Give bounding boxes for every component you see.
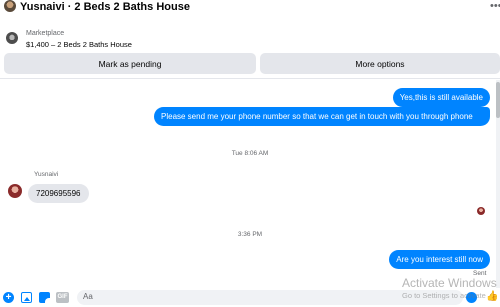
watermark-subtitle: Go to Settings to activate bbox=[402, 291, 486, 300]
timestamp: 3:36 PM bbox=[237, 231, 263, 238]
message-outgoing[interactable]: Please send me your phone number so that… bbox=[154, 107, 490, 126]
activate-windows-watermark: Activate Windows Go to Settings to activ… bbox=[402, 276, 497, 300]
sender-avatar[interactable] bbox=[8, 184, 22, 198]
conversation-title[interactable]: Yusnaivi · 2 Beds 2 Baths House bbox=[20, 1, 190, 13]
listing-thumbnail bbox=[6, 32, 18, 44]
message-outgoing[interactable]: Yes,this is still available bbox=[392, 88, 490, 107]
timestamp: Tue 8:06 AM bbox=[231, 150, 269, 157]
message-input-placeholder: Aa bbox=[83, 292, 93, 301]
listing-actions: Mark as pending More options bbox=[4, 53, 500, 74]
listing-card[interactable]: Marketplace $1,400 – 2 Beds 2 Baths Hous… bbox=[0, 28, 500, 52]
mark-as-pending-button[interactable]: Mark as pending bbox=[4, 53, 256, 74]
photo-icon[interactable] bbox=[21, 292, 32, 303]
sticker-icon[interactable] bbox=[39, 292, 50, 303]
message-outgoing[interactable]: Are you interest still now bbox=[389, 250, 490, 269]
message-thread: Yes,this is still available Please send … bbox=[0, 80, 500, 286]
listing-source: Marketplace bbox=[26, 30, 65, 37]
message-incoming[interactable]: 7209695596 bbox=[28, 184, 89, 203]
more-dots-icon[interactable]: ••• bbox=[490, 0, 500, 12]
gif-icon[interactable]: GIF bbox=[56, 292, 69, 303]
seller-avatar[interactable] bbox=[4, 0, 16, 12]
scrollbar-thumb[interactable] bbox=[496, 82, 500, 118]
thread-scrollbar[interactable] bbox=[496, 80, 500, 288]
seen-indicator-avatar bbox=[477, 207, 485, 215]
sender-name: Yusnaivi bbox=[34, 171, 59, 178]
listing-name: $1,400 – 2 Beds 2 Baths House bbox=[26, 40, 132, 49]
more-options-button[interactable]: More options bbox=[260, 53, 500, 74]
conversation-header: Yusnaivi · 2 Beds 2 Baths House ••• bbox=[0, 0, 500, 22]
watermark-title: Activate Windows bbox=[402, 276, 497, 290]
plus-icon[interactable]: + bbox=[3, 292, 14, 303]
divider bbox=[0, 78, 500, 79]
